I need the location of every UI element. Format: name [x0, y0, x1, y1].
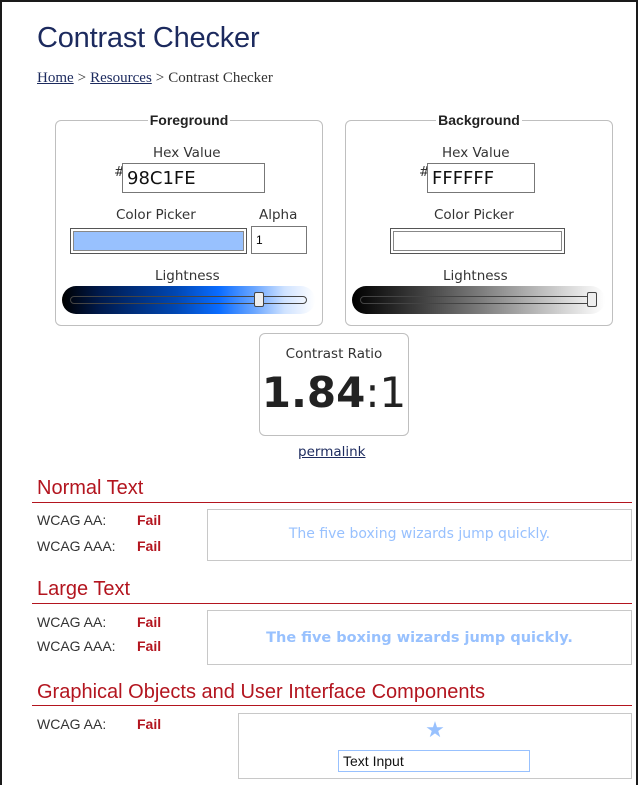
large-text-sample: The five boxing wizards jump quickly. [266, 630, 573, 646]
background-lightness-label: Lightness [443, 268, 508, 284]
breadcrumb: Home > Resources > Contrast Checker [37, 70, 273, 87]
normal-aaa-label: WCAG AAA: [37, 538, 116, 554]
large-aaa-label: WCAG AAA: [37, 638, 116, 654]
large-text-heading: Large Text [37, 578, 131, 600]
breadcrumb-home-link[interactable]: Home [37, 70, 74, 86]
normal-text-sample-box: The five boxing wizards jump quickly. [207, 509, 632, 561]
graphical-objects-divider [32, 705, 632, 706]
breadcrumb-current: Contrast Checker [168, 70, 273, 86]
contrast-ratio-suffix: :1 [365, 368, 407, 417]
contrast-ratio-value: 1.84:1 [260, 368, 408, 417]
foreground-picker-label: Color Picker [116, 207, 196, 223]
breadcrumb-separator: > [155, 70, 165, 86]
sample-text-input[interactable] [338, 750, 530, 772]
permalink-link[interactable]: permalink [298, 444, 366, 460]
normal-text-heading: Normal Text [37, 477, 144, 499]
contrast-ratio-number: 1.84 [261, 368, 366, 417]
background-lightness-slider[interactable] [352, 286, 605, 314]
foreground-lightness-label: Lightness [155, 268, 220, 284]
breadcrumb-resources-link[interactable]: Resources [90, 70, 152, 86]
normal-text-sample: The five boxing wizards jump quickly. [288, 526, 551, 542]
background-slider-handle[interactable] [587, 292, 597, 307]
normal-aa-result: Fail [137, 512, 162, 528]
breadcrumb-separator: > [77, 70, 87, 86]
alpha-input[interactable] [251, 226, 307, 254]
foreground-color-swatch [73, 231, 244, 251]
large-text-divider [32, 603, 632, 604]
large-aaa-result: Fail [137, 638, 162, 654]
large-text-sample-box: The five boxing wizards jump quickly. [207, 610, 632, 665]
large-aa-result: Fail [137, 614, 162, 630]
contrast-ratio-box: Contrast Ratio 1.84:1 [259, 333, 409, 436]
foreground-slider-handle[interactable] [253, 292, 264, 307]
background-color-swatch [393, 231, 562, 251]
graphical-aa-label: WCAG AA: [37, 716, 107, 732]
large-aa-label: WCAG AA: [37, 614, 107, 630]
background-hex-label: Hex Value [442, 145, 510, 161]
background-slider-rail [360, 296, 597, 304]
graphical-objects-heading: Graphical Objects and User Interface Com… [37, 681, 485, 703]
page-title: Contrast Checker [37, 22, 260, 54]
background-hex-input[interactable] [427, 163, 535, 193]
background-legend: Background [438, 112, 520, 128]
normal-aa-label: WCAG AA: [37, 512, 107, 528]
graphical-aa-result: Fail [137, 716, 162, 732]
background-color-picker[interactable] [390, 228, 565, 254]
alpha-label: Alpha [259, 207, 298, 223]
normal-text-divider [32, 502, 632, 503]
background-picker-label: Color Picker [434, 207, 514, 223]
foreground-hex-input[interactable] [122, 163, 265, 193]
graphical-sample-box: ★ [238, 713, 632, 779]
contrast-ratio-label: Contrast Ratio [285, 346, 383, 362]
foreground-legend: Foreground [149, 112, 229, 128]
foreground-hex-label: Hex Value [153, 145, 221, 161]
normal-aaa-result: Fail [137, 538, 162, 554]
foreground-lightness-slider[interactable] [62, 286, 315, 314]
foreground-color-picker[interactable] [70, 228, 247, 254]
foreground-slider-rail [70, 296, 307, 304]
star-icon: ★ [425, 718, 445, 743]
